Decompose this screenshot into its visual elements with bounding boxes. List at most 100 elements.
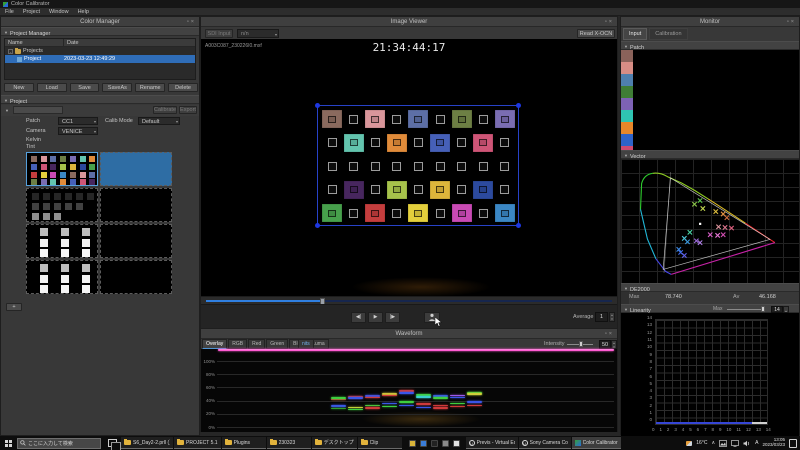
- taskbar-folder-2[interactable]: Plugins: [222, 437, 266, 449]
- menu-item-1[interactable]: Project: [23, 9, 40, 15]
- menu-item-3[interactable]: Help: [78, 9, 89, 15]
- patch-thumbnail-gray[interactable]: [26, 188, 98, 222]
- color-checker-selection[interactable]: [317, 105, 519, 226]
- linearity-max-value[interactable]: 14: [771, 306, 783, 313]
- intensity-value[interactable]: 50: [599, 340, 611, 349]
- selection-handle[interactable]: [315, 103, 320, 108]
- project-button-5[interactable]: Delete: [168, 83, 198, 92]
- column-date[interactable]: Date: [63, 39, 79, 46]
- tray-temperature[interactable]: 16°C: [696, 440, 707, 446]
- patch-thumbnail-white-1[interactable]: [26, 224, 98, 258]
- patch-section-header[interactable]: ▼Patch: [621, 41, 799, 50]
- project-button-3[interactable]: SaveAs: [102, 83, 132, 92]
- taskbar-folder-3[interactable]: 230323: [267, 437, 311, 449]
- selection-handle[interactable]: [315, 223, 320, 228]
- selection-handle[interactable]: [516, 223, 521, 228]
- vector-section-header[interactable]: ▼Vector: [621, 150, 799, 159]
- taskbar-app-0[interactable]: UPrevis - Virtual Editor: [466, 437, 518, 449]
- export-button[interactable]: Export: [179, 106, 197, 114]
- add-patch-button[interactable]: +: [6, 303, 22, 311]
- waveform-tab-overlay[interactable]: Overlay: [202, 339, 227, 349]
- intensity-stepper[interactable]: ▴▾: [611, 340, 617, 349]
- display-icon[interactable]: [731, 440, 739, 447]
- start-button[interactable]: [5, 440, 12, 447]
- tray-chevron-icon[interactable]: ∧: [711, 440, 715, 446]
- column-name[interactable]: Name: [5, 39, 63, 46]
- project-button-1[interactable]: Load: [37, 83, 67, 92]
- taskbar-folder-4[interactable]: デスクトップ: [312, 437, 357, 449]
- taskbar-folder-0[interactable]: S6_Day2-2.prll (互換...: [121, 437, 173, 449]
- waveform-trace: [433, 405, 448, 407]
- step-forward-button[interactable]: |▶: [385, 312, 400, 323]
- ime-indicator[interactable]: A: [755, 440, 758, 446]
- close-icon[interactable]: ×: [609, 19, 614, 25]
- task-view-button[interactable]: [108, 439, 117, 447]
- project-button-2[interactable]: Save: [70, 83, 100, 92]
- taskbar-app-icon-2[interactable]: [431, 440, 438, 447]
- unit-toggle[interactable]: nits: [298, 339, 314, 349]
- de2000-section-header[interactable]: ▼DE2000: [621, 283, 799, 292]
- collapse-node-icon[interactable]: -: [8, 49, 13, 54]
- tab-calibration[interactable]: Calibration: [649, 28, 687, 40]
- taskbar-search[interactable]: ここに入力して検索: [17, 438, 101, 449]
- step-back-button[interactable]: ◀|: [351, 312, 366, 323]
- patch-thumbnail-white-2[interactable]: [26, 260, 98, 294]
- close-icon[interactable]: ×: [609, 331, 614, 337]
- linearity-max-stepper[interactable]: ▴▾: [783, 306, 789, 313]
- play-button[interactable]: ▶: [368, 312, 383, 323]
- waveform-tab-green[interactable]: Green: [266, 339, 288, 349]
- tree-row-projects[interactable]: - Projects: [5, 47, 195, 55]
- taskbar-folder-1[interactable]: PROJECT 5.1: [174, 437, 221, 449]
- patch-thumbnail-empty-3[interactable]: [100, 260, 172, 294]
- clock[interactable]: 13:05 2023/03/23: [762, 438, 785, 448]
- taskbar-app-2[interactable]: Color Calibrator: [572, 437, 621, 449]
- viewer-display[interactable]: 21:34:44:17 A003C087_230226I0.mxf: [201, 39, 617, 296]
- taskbar-app-icon-3[interactable]: [442, 440, 449, 447]
- thumb-swatch: [65, 193, 72, 200]
- project-manager-header[interactable]: ▼Project Manager: [1, 27, 199, 36]
- patch-thumbnail-empty-1[interactable]: [100, 188, 172, 222]
- sdi-input-button[interactable]: SDI Input: [205, 29, 233, 38]
- taskbar-folder-5[interactable]: Clip: [358, 437, 402, 449]
- waveform-tab-rgb[interactable]: RGB: [228, 339, 247, 349]
- waveform-trace: [365, 397, 380, 399]
- taskbar-app-icon-0[interactable]: [409, 440, 416, 447]
- close-icon[interactable]: ×: [191, 19, 196, 25]
- weather-icon[interactable]: [686, 441, 692, 446]
- notification-center-icon[interactable]: [789, 439, 797, 448]
- linearity-max-slider-handle[interactable]: [761, 306, 765, 312]
- patch-thumbnail-color[interactable]: [26, 152, 98, 186]
- calibrate-button[interactable]: Calibrate: [153, 106, 177, 114]
- camera-select[interactable]: VENICE▾: [58, 127, 98, 135]
- project-button-0[interactable]: New: [4, 83, 34, 92]
- project-name-field[interactable]: [13, 106, 63, 114]
- picture-icon[interactable]: [719, 440, 727, 447]
- patch-thumbnail-selected[interactable]: [100, 152, 172, 186]
- menu-item-0[interactable]: File: [5, 9, 14, 15]
- patch-thumbnail-empty-2[interactable]: [100, 224, 172, 258]
- thumb-swatch: [80, 172, 86, 178]
- calib-mode-select[interactable]: Default▾: [138, 117, 180, 125]
- collapse-icon[interactable]: ▼: [5, 108, 9, 113]
- average-value[interactable]: 1: [595, 312, 608, 322]
- tree-row-project[interactable]: Project 2023-03-23 12:49:29: [5, 55, 195, 63]
- close-icon[interactable]: ×: [791, 19, 796, 25]
- tab-input[interactable]: Input: [623, 28, 647, 40]
- project-section-header[interactable]: ▼Project: [1, 95, 199, 104]
- taskbar-app-1[interactable]: USony Camera Contr...: [519, 437, 571, 449]
- taskbar-app-icon-1[interactable]: [420, 440, 427, 447]
- read-xocn-button[interactable]: Read X-OCN: [577, 29, 615, 38]
- linearity-max-slider[interactable]: [727, 309, 765, 310]
- average-stepper[interactable]: ▴▾: [609, 312, 615, 322]
- speaker-icon[interactable]: [743, 440, 751, 447]
- project-button-4[interactable]: Rename: [135, 83, 165, 92]
- taskbar-app-icon-4[interactable]: [453, 440, 460, 447]
- linearity-section-header[interactable]: ▼Linearity Max 14 ▴▾: [621, 304, 799, 313]
- patch-select[interactable]: CC1▾: [58, 117, 98, 125]
- menu-item-2[interactable]: Window: [49, 9, 69, 15]
- waveform-tab-red[interactable]: Red: [248, 339, 265, 349]
- channel-select[interactable]: n/n▾: [237, 29, 279, 38]
- thumb-swatch: [31, 164, 37, 170]
- selection-handle[interactable]: [516, 103, 521, 108]
- intensity-slider-handle[interactable]: [579, 341, 583, 347]
